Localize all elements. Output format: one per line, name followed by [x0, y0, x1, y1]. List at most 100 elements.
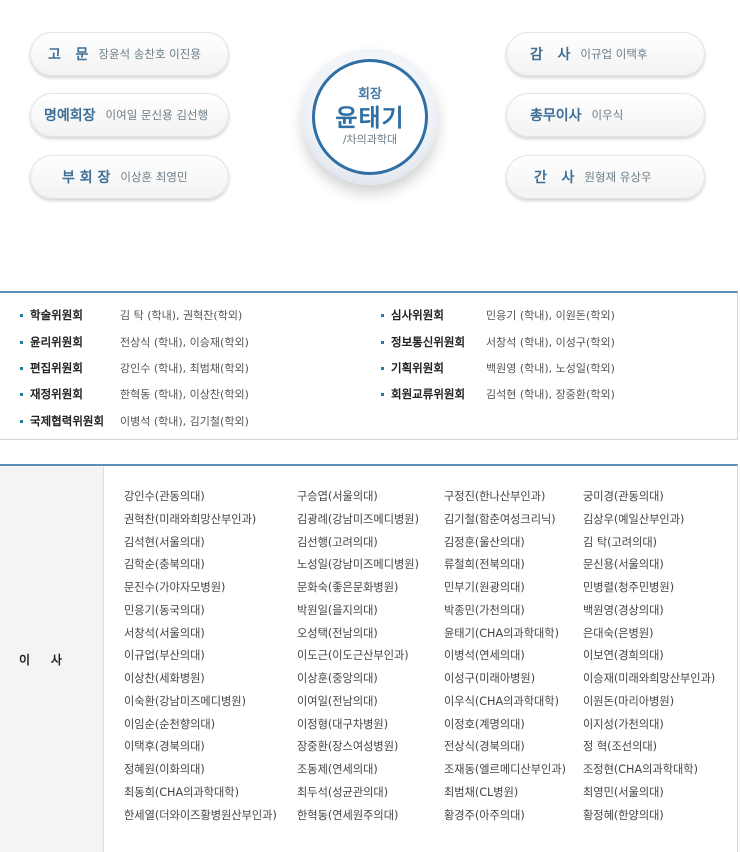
- director-name: 박원일(을지의대): [297, 603, 378, 617]
- committee-name: 심사위원회: [391, 308, 444, 322]
- committee-row: 윤리위원회 전상식 (학내), 이승재(학외): [20, 334, 249, 350]
- bullet-icon: [381, 392, 384, 396]
- director-name: 은대숙(은병원): [583, 626, 654, 640]
- director-name: 이정호(계명의대): [444, 717, 525, 731]
- officer-role: 명예회장: [44, 108, 96, 124]
- director-name: 조재동(엘르메디산부인과): [444, 763, 566, 776]
- committee-members: 이병석 (학내), 김기철(학외): [120, 415, 249, 428]
- director-name: 이상찬(세화병원): [124, 672, 205, 685]
- officer-names: 이여일 문신용 김선행: [105, 108, 209, 122]
- officer-vice-president: 부 회 장 이상훈 최영민: [30, 155, 229, 199]
- committee-row: 심사위원회 민응기 (학내), 이원돈(학외): [381, 307, 615, 323]
- bullet-icon: [381, 340, 384, 344]
- director-name: 김학순(충북의대): [124, 558, 205, 572]
- director-name: 이지성(가천의대): [583, 717, 664, 731]
- committee-row: 편집위원회 강인수 (학내), 최범채(학외): [20, 360, 249, 376]
- officer-names: 이우식: [591, 108, 624, 122]
- bullet-icon: [381, 313, 384, 317]
- committee-members: 강인수 (학내), 최범채(학외): [120, 362, 249, 375]
- director-name: 이임순(순천향의대): [124, 717, 216, 731]
- director-name: 박종민(가천의대): [444, 603, 525, 617]
- committee-name: 국제협력위원회: [30, 414, 105, 428]
- committee-members: 한혁동 (학내), 이상찬(학외): [120, 388, 249, 401]
- officer-role: 총무이사: [530, 108, 582, 124]
- committee-row: 학술위원회 김 탁 (학내), 권혁찬(학외): [20, 307, 242, 323]
- director-name: 구승엽(서울의대): [297, 490, 378, 503]
- committee-row: 국제협력위원회 이병석 (학내), 김기철(학외): [20, 413, 249, 429]
- officer-role: 부 회 장: [62, 170, 111, 186]
- director-name: 이택후(경북의대): [124, 740, 205, 754]
- committee-row: 정보통신위원회 서창석 (학내), 이성구(학외): [381, 334, 615, 350]
- bullet-icon: [20, 419, 23, 423]
- board-label-cell: 이 사: [0, 466, 104, 852]
- director-name: 문화숙(좋은문화병원): [297, 581, 399, 594]
- bullet-icon: [20, 366, 23, 370]
- officer-role: 감 사: [530, 47, 571, 63]
- director-name: 민부기(원광의대): [444, 581, 525, 594]
- officer-names: 이규업 이택후: [580, 47, 648, 61]
- committee-row: 기획위원회 백원영 (학내), 노성일(학외): [381, 360, 615, 376]
- committee-row: 회원교류위원회 김석현 (학내), 장중환(학외): [381, 386, 615, 402]
- director-name: 궁미경(관동의대): [583, 490, 664, 503]
- director-name: 조정현(CHA의과학대학): [583, 763, 698, 776]
- committee-name: 학술위원회: [30, 308, 83, 322]
- director-name: 백원영(경상의대): [583, 603, 664, 617]
- director-name: 장중환(장스여성병원): [297, 740, 399, 754]
- director-name: 이승재(미래와희망산부인과): [583, 672, 716, 685]
- officer-general-director: 총무이사 이우식: [506, 93, 705, 137]
- director-name: 김기철(함춘여성크리닉): [444, 512, 556, 526]
- committee-members: 전상식 (학내), 이승재(학외): [120, 336, 249, 349]
- committee-members: 김석현 (학내), 장중환(학외): [486, 388, 615, 401]
- president-title: 회장: [358, 87, 382, 102]
- director-name: 김상우(예일산부인과): [583, 512, 685, 526]
- board-label: 이 사: [19, 652, 62, 667]
- officer-names: 장윤석 송찬호 이진용: [98, 47, 201, 61]
- committee-row: 재정위원회 한혁동 (학내), 이상찬(학외): [20, 386, 249, 402]
- board-of-directors: 이 사 강인수(관동의대) 구승엽(서울의대) 구정진(한나산부인과) 궁미경(관동의…: [0, 464, 738, 852]
- bullet-icon: [381, 366, 384, 370]
- committee-members: 백원영 (학내), 노성일(학외): [486, 362, 615, 375]
- director-name: 윤태기(CHA의과학대학): [444, 626, 559, 640]
- committee-members: 김 탁 (학내), 권혁찬(학외): [120, 309, 243, 322]
- director-name: 정혜원(이화의대): [124, 763, 205, 776]
- officer-advisor: 고 문 장윤석 송찬호 이진용: [30, 32, 229, 76]
- director-name: 이성구(미래아병원): [444, 672, 536, 685]
- director-name: 이여일(전남의대): [297, 694, 378, 708]
- director-name: 이숙환(강남미즈메디병원): [124, 694, 246, 708]
- director-name: 이보연(경희의대): [583, 649, 664, 663]
- officer-auditor: 감 사 이규업 이택후: [506, 32, 705, 76]
- director-name: 이규업(부산의대): [124, 649, 205, 663]
- director-name: 김정훈(울산의대): [444, 535, 525, 549]
- director-name: 최영민(서울의대): [583, 785, 664, 799]
- director-name: 황정혜(한양의대): [583, 808, 664, 822]
- director-name: 조동제(연세의대): [297, 763, 378, 776]
- director-name: 권혁찬(미래와희망산부인과): [124, 512, 257, 526]
- committee-name: 편집위원회: [30, 361, 83, 375]
- officer-honorary-president: 명예회장 이여일 문신용 김선행: [30, 93, 229, 137]
- director-name: 최범채(CL병원): [444, 785, 519, 799]
- director-name: 강인수(관동의대): [124, 490, 205, 503]
- director-name: 오성택(전남의대): [297, 626, 378, 640]
- director-name: 이도근(이도근산부인과): [297, 649, 409, 663]
- director-name: 한혁동(연세원주의대): [297, 808, 399, 822]
- director-name: 이정형(대구차병원): [297, 717, 389, 731]
- director-name: 문신용(서울의대): [583, 558, 664, 572]
- director-name: 민병렬(청주민병원): [583, 581, 675, 594]
- bullet-icon: [20, 392, 23, 396]
- officer-names: 이상훈 최영민: [120, 170, 188, 184]
- committee-name: 기획위원회: [391, 361, 444, 375]
- director-name: 정 혁(조선의대): [583, 740, 658, 754]
- president-name: 윤태기: [335, 104, 405, 132]
- director-name: 김선행(고려의대): [297, 535, 378, 549]
- president-badge: 회장 윤태기 /차의과학대: [302, 49, 438, 185]
- bullet-icon: [20, 313, 23, 317]
- director-name: 김석현(서울의대): [124, 535, 205, 549]
- director-name: 구정진(한나산부인과): [444, 490, 546, 503]
- committee-name: 정보통신위원회: [391, 335, 466, 349]
- officer-secretary: 간 사 원형재 유상우: [506, 155, 705, 199]
- director-name: 한세열(더와이즈황병원산부인과): [124, 808, 277, 822]
- committee-name: 회원교류위원회: [391, 387, 466, 401]
- officer-role: 간 사: [534, 170, 575, 186]
- director-name: 최두석(성균관의대): [297, 785, 389, 799]
- officer-names: 원형재 유상우: [584, 170, 652, 184]
